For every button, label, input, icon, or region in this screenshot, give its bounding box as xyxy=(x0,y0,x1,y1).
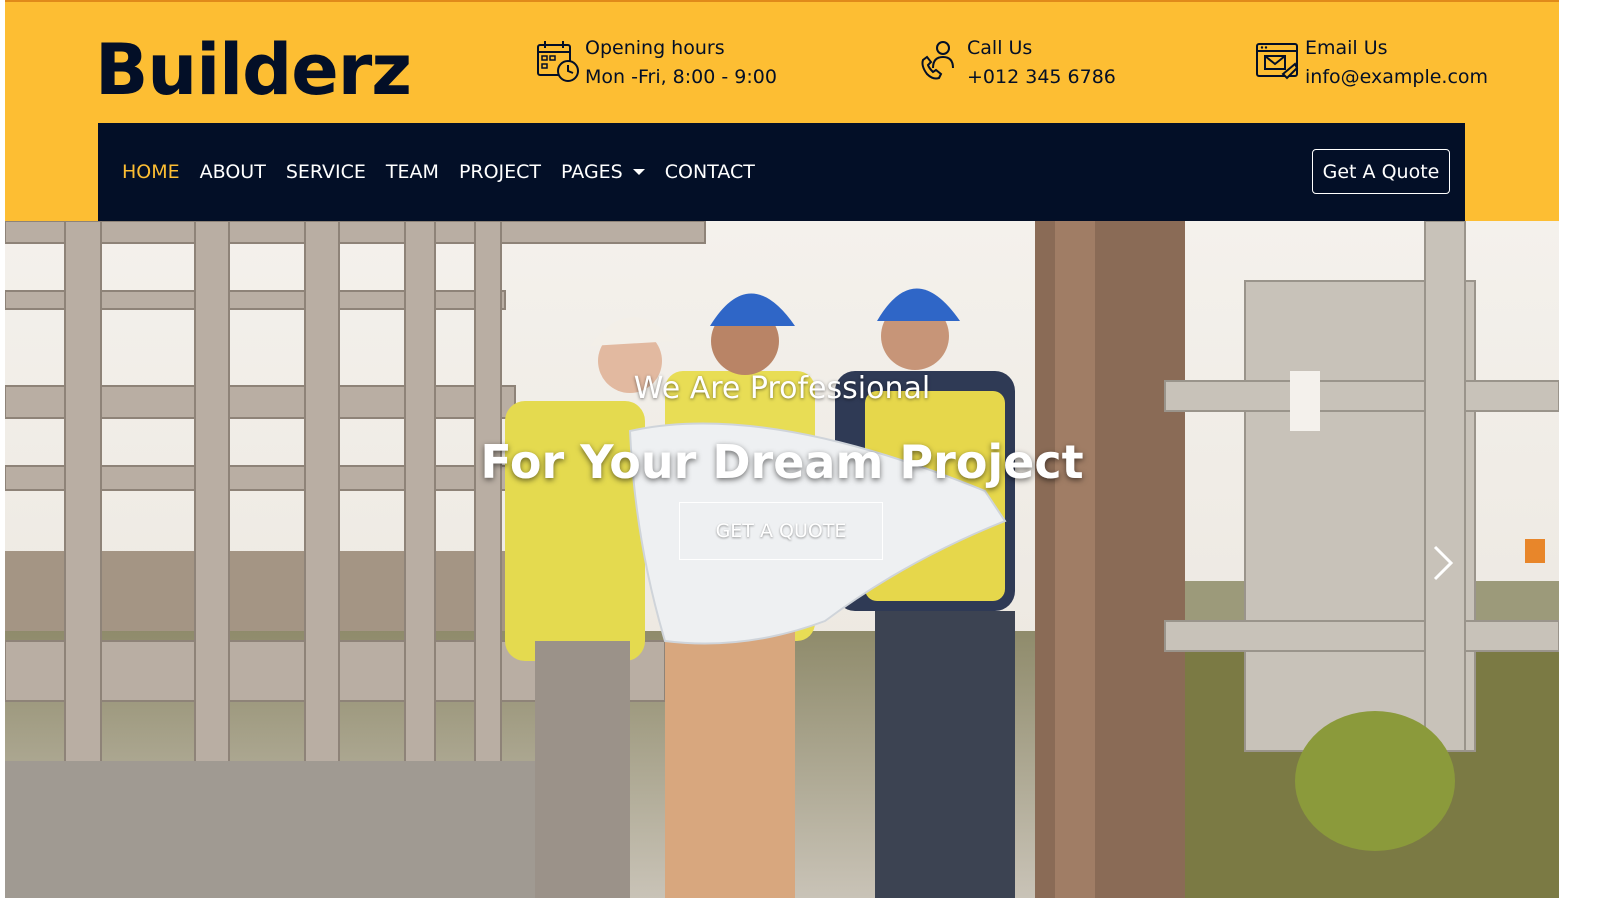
opening-hours-info: Opening hours Mon -Fri, 8:00 - 9:00 xyxy=(535,34,777,92)
opening-hours-value: Mon -Fri, 8:00 - 9:00 xyxy=(585,66,777,88)
call-us-title: Call Us xyxy=(967,37,1033,59)
nav-item-contact[interactable]: CONTACT xyxy=(665,161,755,183)
hero-subtitle: We Are Professional xyxy=(633,371,931,406)
email-browser-icon xyxy=(1256,43,1299,80)
hero-get-a-quote-button[interactable]: GET A QUOTE xyxy=(679,502,883,560)
call-us-info: Call Us +012 345 6786 xyxy=(917,34,1116,92)
carousel-next-icon[interactable] xyxy=(1427,543,1457,583)
calendar-clock-icon xyxy=(537,41,579,82)
nav-item-team[interactable]: TEAM xyxy=(386,161,439,183)
hero-carousel: We Are Professional For Your Dream Proje… xyxy=(5,221,1559,898)
hero-title: For Your Dream Project xyxy=(480,435,1084,489)
email-us-value[interactable]: info@example.com xyxy=(1305,63,1488,92)
nav-item-about[interactable]: ABOUT xyxy=(200,161,266,183)
nav-item-pages-label: PAGES xyxy=(561,161,623,183)
opening-hours-title: Opening hours xyxy=(585,37,725,59)
email-us-title: Email Us xyxy=(1305,37,1388,59)
chevron-down-icon xyxy=(632,169,645,175)
email-us-info: Email Us info@example.com xyxy=(1255,34,1488,92)
main-navbar: HOME ABOUT SERVICE TEAM PROJECT PAGES CO… xyxy=(98,123,1465,221)
nav-item-service[interactable]: SERVICE xyxy=(286,161,366,183)
call-us-value[interactable]: +012 345 6786 xyxy=(967,63,1116,92)
nav-item-pages[interactable]: PAGES xyxy=(561,161,645,183)
get-a-quote-button[interactable]: Get A Quote xyxy=(1312,149,1450,194)
page: Builderz Opening hours Mon -Fri, 8:00 - … xyxy=(5,0,1559,898)
nav-item-home[interactable]: HOME xyxy=(122,161,180,183)
nav-menu: HOME ABOUT SERVICE TEAM PROJECT PAGES CO… xyxy=(122,123,775,221)
nav-item-project[interactable]: PROJECT xyxy=(459,161,541,183)
phone-support-icon xyxy=(921,41,954,80)
site-logo[interactable]: Builderz xyxy=(95,28,412,112)
